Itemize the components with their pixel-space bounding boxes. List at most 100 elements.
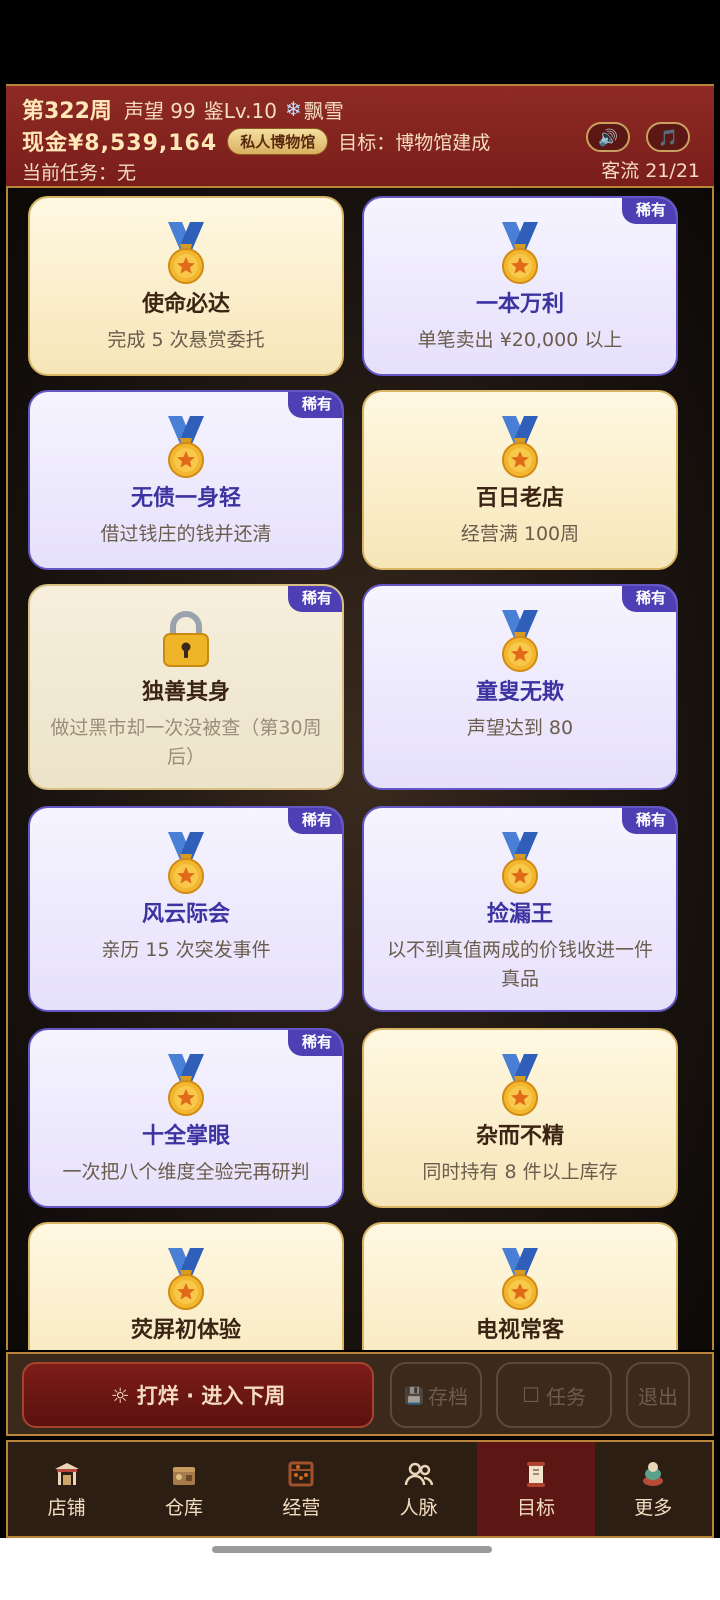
header-row-task: 当前任务：无 [22,156,136,186]
rare-badge: 稀有 [287,586,342,612]
home-indicator[interactable] [212,1546,492,1553]
status-bar [0,0,720,84]
achievement-card[interactable]: 稀有风云际会亲历 15 次突发事件 [28,806,344,1012]
more-icon [638,1459,668,1489]
action-bar: ☼ 打烊 · 进入下周 💾 存档 ☐ 任务 退出 [6,1352,714,1436]
medal-icon [500,1248,540,1310]
tab-people[interactable]: 人脉 [360,1442,477,1536]
tab-label: 目标 [516,1496,555,1519]
shop-icon [52,1459,82,1489]
rare-badge: 稀有 [287,808,342,834]
achievement-title: 使命必达 [141,292,230,317]
header-row-status: 第322周 声望 99 鉴Lv.10 ❄ 飘雪 [22,92,344,126]
achievement-card[interactable]: 荧屏初体验 [28,1222,344,1350]
achievement-description: 经营满 100周 [460,523,580,545]
achievement-description: 亲历 15 次突发事件 [101,939,271,961]
scroll-icon [521,1459,551,1489]
achievement-description: 单笔卖出 ¥20,000 以上 [417,329,623,351]
music-note-icon: 🎵 [658,127,678,147]
tab-label: 经营 [282,1496,321,1519]
reputation-label: 声望 99 [123,98,196,123]
tab-label: 仓库 [164,1496,203,1519]
medal-icon [166,416,206,478]
achievement-description: 声望达到 80 [466,717,574,739]
medal-icon [500,416,540,478]
achievement-card[interactable]: 稀有童叟无欺声望达到 80 [362,584,678,790]
achievement-title: 荧屏初体验 [130,1318,241,1343]
abacus-icon [286,1459,316,1489]
goal-label: 目标：博物馆建成 [338,131,491,154]
snowflake-icon: ❄ [284,97,302,121]
next-week-button[interactable]: ☼ 打烊 · 进入下周 [22,1362,374,1428]
tab-label: 人脉 [399,1496,438,1519]
sound-button[interactable]: 🔊 [586,122,630,152]
medal-icon [500,610,540,672]
achievement-card[interactable]: 杂而不精同时持有 8 件以上库存 [362,1028,678,1208]
achievement-card[interactable]: 稀有无债一身轻借过钱庄的钱并还清 [28,390,344,570]
medal-icon [166,1248,206,1310]
tab-shop[interactable]: 店铺 [8,1442,125,1536]
tab-abacus[interactable]: 经营 [243,1442,360,1536]
achievement-card[interactable]: 使命必达完成 5 次悬赏委托 [28,196,344,376]
medal-icon [166,832,206,894]
achievement-description: 一次把八个维度全验完再研判 [62,1161,310,1183]
achievement-description: 做过黑市却一次没被查（第30周后） [50,717,322,768]
header-panel: 第322周 声望 99 鉴Lv.10 ❄ 飘雪 现金¥8,539,164 私人博… [6,84,714,188]
achievements-grid[interactable]: 使命必达 完成 5 次悬赏委托 稀有 一本万利 单笔卖出 ¥20,000 以上 稀有 无债一… [6,188,714,1350]
achievement-card[interactable]: 稀有独善其身做过黑市却一次没被查（第30周后） [28,584,344,790]
achievement-title: 电视常客 [475,1318,564,1343]
achievement-title: 一本万利 [475,292,564,317]
medal-icon [166,1054,206,1116]
achievement-description: 以不到真值两成的价钱收进一件真品 [386,939,653,990]
achievement-description: 同时持有 8 件以上库存 [422,1161,618,1183]
save-icon: 💾 [404,1385,424,1405]
weather-label: 飘雪 [303,98,344,123]
rare-badge: 稀有 [621,198,676,224]
achievement-card[interactable]: 百日老店经营满 100周 [362,390,678,570]
medal-icon [500,832,540,894]
achievement-card[interactable]: 稀有捡漏王以不到真值两成的价钱收进一件真品 [362,806,678,1012]
achievement-title: 独善其身 [141,680,230,705]
achievement-title: 风云际会 [141,902,230,927]
museum-badge: 私人博物馆 [227,127,329,155]
cash-label: 现金¥8,539,164 [22,131,218,156]
achievement-title: 捡漏王 [486,902,553,927]
people-icon [404,1459,434,1489]
save-button[interactable]: 💾 存档 [390,1362,482,1428]
achievement-description: 借过钱庄的钱并还清 [100,523,272,545]
medal-icon [500,222,540,284]
bottom-tab-bar: 店铺 仓库 经营 人脉 目标 更多 [6,1440,714,1538]
tab-more[interactable]: 更多 [595,1442,712,1536]
tasks-label: 任务 [545,1384,586,1409]
customer-traffic-label: 客流 21/21 [601,160,700,182]
tasks-button[interactable]: ☐ 任务 [496,1362,612,1428]
warehouse-icon [169,1459,199,1489]
achievement-title: 百日老店 [475,486,564,511]
week-label: 第322周 [22,99,112,124]
tab-scroll[interactable]: 目标 [477,1442,595,1536]
rare-badge: 稀有 [287,392,342,418]
lock-icon [160,608,212,668]
rare-badge: 稀有 [621,586,676,612]
achievement-description: 完成 5 次悬赏委托 [107,329,265,351]
medal-icon [500,1054,540,1116]
task-icon: ☐ [522,1383,540,1407]
achievement-card[interactable]: 稀有一本万利单笔卖出 ¥20,000 以上 [362,196,678,376]
header-row-cash: 现金¥8,539,164 私人博物馆 目标：博物馆建成 [22,124,490,158]
current-task-label: 当前任务：无 [22,161,137,184]
tab-label: 更多 [634,1496,673,1519]
speaker-icon: 🔊 [598,127,618,147]
music-button[interactable]: 🎵 [646,122,690,152]
rare-badge: 稀有 [621,808,676,834]
achievement-card[interactable]: 稀有十全掌眼一次把八个维度全验完再研判 [28,1028,344,1208]
save-label: 存档 [427,1384,468,1409]
achievement-title: 童叟无欺 [475,680,564,705]
tab-warehouse[interactable]: 仓库 [125,1442,242,1536]
achievement-title: 十全掌眼 [141,1124,230,1149]
achievement-card[interactable]: 电视常客 [362,1222,678,1350]
rare-badge: 稀有 [287,1030,342,1056]
achievement-title: 无债一身轻 [130,486,241,511]
medal-icon [166,222,206,284]
achievement-title: 杂而不精 [475,1124,564,1149]
quit-button[interactable]: 退出 [626,1362,690,1428]
